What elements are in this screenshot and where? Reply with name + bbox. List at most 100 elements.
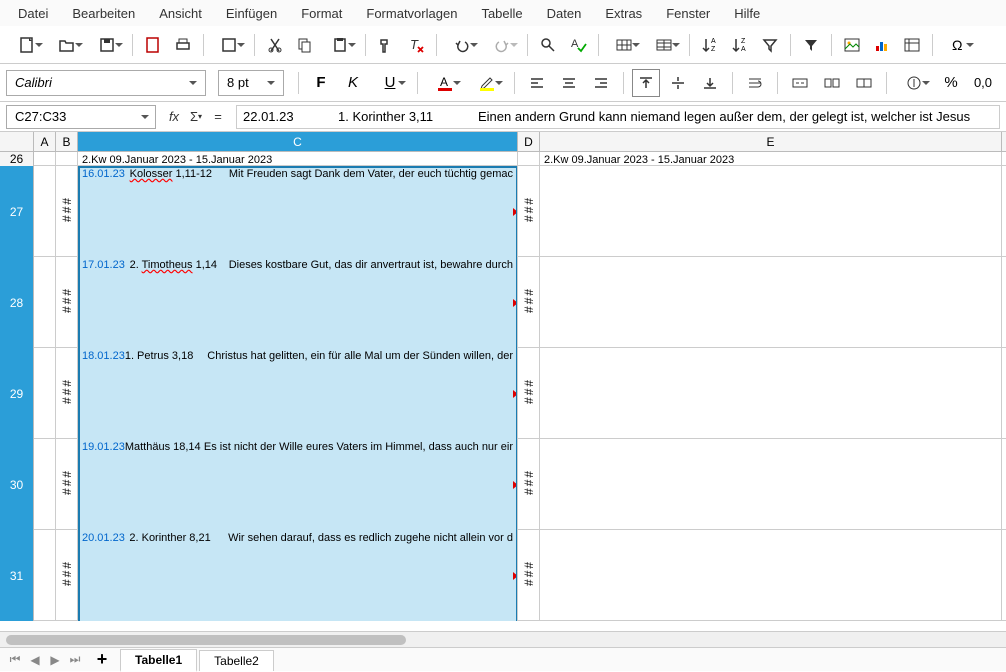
- autofilter-button[interactable]: [756, 31, 784, 59]
- tab-next-button[interactable]: ▶: [46, 651, 64, 669]
- special-char-button[interactable]: Ω: [939, 31, 977, 59]
- italic-button[interactable]: K: [339, 69, 367, 97]
- merge-button[interactable]: [786, 69, 814, 97]
- percent-button[interactable]: %: [937, 69, 965, 97]
- bold-button[interactable]: F: [307, 69, 335, 97]
- cell-e30[interactable]: [540, 439, 1002, 530]
- highlight-button[interactable]: [468, 69, 506, 97]
- row-header-28[interactable]: 28: [0, 257, 34, 348]
- spellcheck-button[interactable]: A: [564, 31, 592, 59]
- cell-e26[interactable]: 2.Kw 09.Januar 2023 - 15.Januar 2023: [540, 152, 1002, 165]
- sum-button[interactable]: Σ▾: [186, 107, 206, 127]
- menu-datei[interactable]: Datei: [8, 2, 58, 25]
- row-header-30[interactable]: 30: [0, 439, 34, 530]
- align-right-button[interactable]: [587, 69, 615, 97]
- cell-c29[interactable]: 18.01.231. Petrus 3,18Christus hat gelit…: [78, 348, 518, 439]
- scrollbar-thumb[interactable]: [6, 635, 406, 645]
- cell-b29[interactable]: ###: [56, 348, 78, 439]
- select-all-corner[interactable]: [0, 132, 34, 151]
- cell-b26[interactable]: [56, 152, 78, 165]
- cell-c27[interactable]: 16.01.23Kolosser 1,11-12Mit Freuden sagt…: [78, 166, 518, 257]
- cell-a31[interactable]: [34, 530, 56, 621]
- sheet-tab-1[interactable]: Tabelle1: [120, 649, 197, 672]
- unmerge-button[interactable]: [850, 69, 878, 97]
- menu-hilfe[interactable]: Hilfe: [724, 2, 770, 25]
- tab-last-button[interactable]: ⏭: [66, 651, 84, 669]
- cell-c31[interactable]: 20.01.232. Korinther 8,21Wir sehen darau…: [78, 530, 518, 621]
- menu-formatvorlagen[interactable]: Formatvorlagen: [356, 2, 467, 25]
- new-button[interactable]: [8, 31, 46, 59]
- menu-einfuegen[interactable]: Einfügen: [216, 2, 287, 25]
- filter-button[interactable]: [797, 31, 825, 59]
- add-sheet-button[interactable]: +: [92, 650, 112, 670]
- preview-button[interactable]: [210, 31, 248, 59]
- merge-cells-button[interactable]: [818, 69, 846, 97]
- cell-a30[interactable]: [34, 439, 56, 530]
- align-center-button[interactable]: [555, 69, 583, 97]
- row-header-31[interactable]: 31: [0, 530, 34, 621]
- clear-format-button[interactable]: T: [402, 31, 430, 59]
- cell-e29[interactable]: [540, 348, 1002, 439]
- cell-reference-box[interactable]: C27:C33: [6, 105, 156, 129]
- tab-prev-button[interactable]: ◀: [26, 651, 44, 669]
- cell-d31[interactable]: ###: [518, 530, 540, 621]
- sheet-tab-2[interactable]: Tabelle2: [199, 650, 274, 671]
- chart-button[interactable]: [868, 31, 896, 59]
- cell-b31[interactable]: ###: [56, 530, 78, 621]
- underline-button[interactable]: U: [371, 69, 409, 97]
- cell-e27[interactable]: [540, 166, 1002, 257]
- font-name-combo[interactable]: Calibri: [6, 70, 206, 96]
- cell-d28[interactable]: ###: [518, 257, 540, 348]
- equals-button[interactable]: =: [208, 107, 228, 127]
- undo-button[interactable]: [443, 31, 481, 59]
- clone-format-button[interactable]: [372, 31, 400, 59]
- copy-button[interactable]: [291, 31, 319, 59]
- col-header-b[interactable]: B: [56, 132, 78, 151]
- menu-fenster[interactable]: Fenster: [656, 2, 720, 25]
- export-pdf-button[interactable]: [139, 31, 167, 59]
- cell-c30[interactable]: 19.01.23Matthäus 18,14Es ist nicht der W…: [78, 439, 518, 530]
- function-wizard-button[interactable]: fx: [164, 107, 184, 127]
- menu-ansicht[interactable]: Ansicht: [149, 2, 212, 25]
- menu-tabelle[interactable]: Tabelle: [471, 2, 532, 25]
- cell-a27[interactable]: [34, 166, 56, 257]
- currency-button[interactable]: [895, 69, 933, 97]
- cell-b28[interactable]: ###: [56, 257, 78, 348]
- cell-d29[interactable]: ###: [518, 348, 540, 439]
- align-vcenter-button[interactable]: [664, 69, 692, 97]
- cell-e28[interactable]: [540, 257, 1002, 348]
- cell-a29[interactable]: [34, 348, 56, 439]
- row-header-29[interactable]: 29: [0, 348, 34, 439]
- formula-input[interactable]: 22.01.23 1. Korinther 3,11 Einen andern …: [236, 105, 1000, 129]
- col-header-d[interactable]: D: [518, 132, 540, 151]
- menu-format[interactable]: Format: [291, 2, 352, 25]
- col-header-c[interactable]: C: [78, 132, 518, 151]
- sort-asc-button[interactable]: AZ: [696, 31, 724, 59]
- open-button[interactable]: [48, 31, 86, 59]
- cell-d27[interactable]: ###: [518, 166, 540, 257]
- sort-desc-button[interactable]: ZA: [726, 31, 754, 59]
- redo-button[interactable]: [483, 31, 521, 59]
- cell-c26[interactable]: 2.Kw 09.Januar 2023 - 15.Januar 2023: [78, 152, 518, 165]
- cell-a28[interactable]: [34, 257, 56, 348]
- save-button[interactable]: [88, 31, 126, 59]
- cell-a26[interactable]: [34, 152, 56, 165]
- col-header-e[interactable]: E: [540, 132, 1002, 151]
- menu-extras[interactable]: Extras: [595, 2, 652, 25]
- row-header-26[interactable]: 26: [0, 152, 34, 166]
- menu-daten[interactable]: Daten: [537, 2, 592, 25]
- cut-button[interactable]: [261, 31, 289, 59]
- number-button[interactable]: 0,0: [969, 69, 997, 97]
- align-bottom-button[interactable]: [696, 69, 724, 97]
- pivot-button[interactable]: [898, 31, 926, 59]
- row-button[interactable]: [605, 31, 643, 59]
- row-header-27[interactable]: 27: [0, 166, 34, 257]
- horizontal-scrollbar[interactable]: [0, 631, 1006, 647]
- tab-first-button[interactable]: ⏮: [6, 651, 24, 669]
- image-button[interactable]: [838, 31, 866, 59]
- cell-d26[interactable]: [518, 152, 540, 165]
- cell-c28[interactable]: 17.01.232. Timotheus 1,14Dieses kostbare…: [78, 257, 518, 348]
- find-button[interactable]: [534, 31, 562, 59]
- font-color-button[interactable]: A: [426, 69, 464, 97]
- align-left-button[interactable]: [523, 69, 551, 97]
